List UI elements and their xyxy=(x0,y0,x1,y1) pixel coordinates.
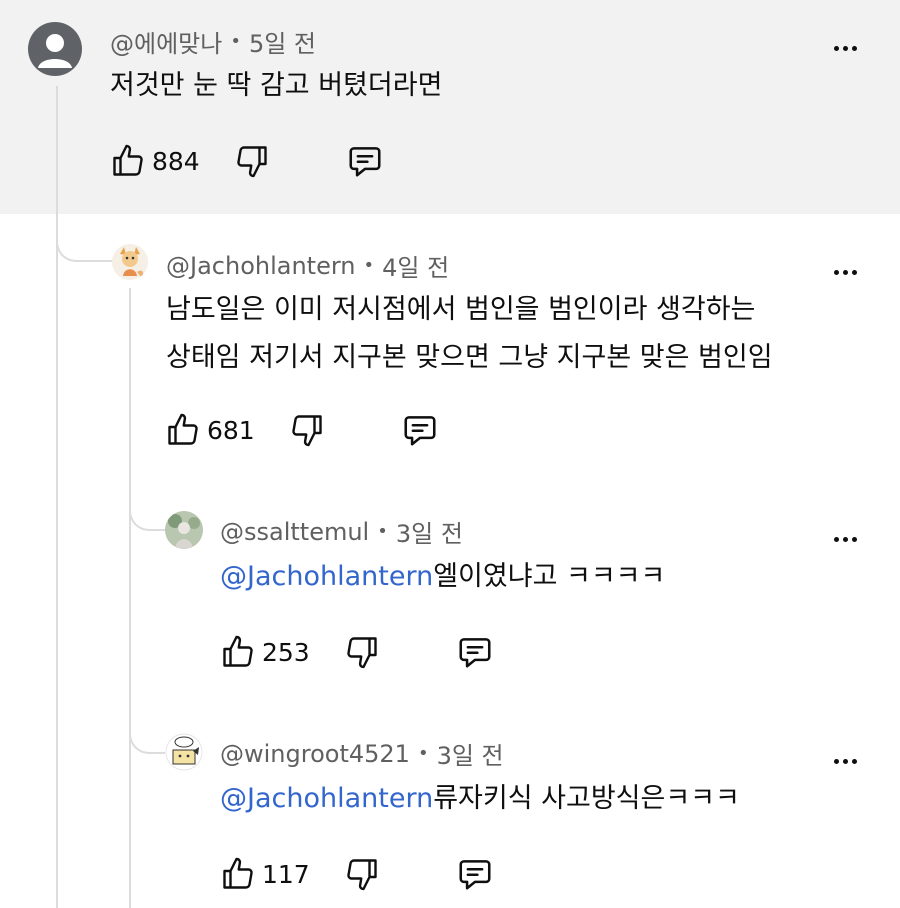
thread-line-reply xyxy=(129,288,131,908)
thumbs-down-icon xyxy=(344,634,380,670)
reply-icon xyxy=(401,411,439,449)
comment-meta: @ssalttemul • 3일 전 xyxy=(220,514,463,549)
like-count: 884 xyxy=(152,146,200,176)
thumbs-up-icon xyxy=(110,143,146,179)
comment-actions: 117 xyxy=(220,855,494,893)
more-vertical-icon[interactable] xyxy=(830,746,860,776)
like-button[interactable]: 681 xyxy=(165,412,255,448)
dislike-button[interactable] xyxy=(234,143,270,179)
separator: • xyxy=(230,31,241,52)
thumbs-down-icon xyxy=(344,856,380,892)
comment-actions: 681 xyxy=(165,411,439,449)
thumbs-down-icon xyxy=(234,143,270,179)
thumbs-up-icon xyxy=(165,412,201,448)
like-button[interactable]: 253 xyxy=(220,634,310,670)
thread-connector xyxy=(129,715,165,754)
comment-text-line: 상태임 저기서 지구본 맞으면 그냥 지구본 맞은 범인임 xyxy=(166,342,773,373)
avatar[interactable] xyxy=(165,733,203,771)
comment-meta: @에에맞나 • 5일 전 xyxy=(110,24,316,59)
thumbs-up-icon xyxy=(220,856,256,892)
avatar[interactable] xyxy=(112,244,148,280)
comment-meta: @Jachohlantern • 4일 전 xyxy=(166,248,449,283)
like-count: 117 xyxy=(262,859,310,889)
mention-link[interactable]: @Jachohlantern xyxy=(220,783,433,814)
comment-meta: @wingroot4521 • 3일 전 xyxy=(220,736,504,771)
thumbs-down-icon xyxy=(289,412,325,448)
thread-connector xyxy=(129,495,165,531)
thread-connector xyxy=(56,214,114,262)
comment-actions: 253 xyxy=(220,633,494,671)
more-vertical-icon[interactable] xyxy=(830,33,860,63)
reply-button[interactable] xyxy=(346,142,384,180)
comment-text-content: 류자키식 사고방식은ㅋㅋㅋ xyxy=(433,783,740,814)
author-name[interactable]: @Jachohlantern xyxy=(166,252,356,280)
comment-text: 남도일은 이미 저시점에서 범인을 범인이라 생각하는 상태임 저기서 지구본 … xyxy=(166,286,773,382)
timestamp[interactable]: 3일 전 xyxy=(437,736,504,771)
timestamp[interactable]: 4일 전 xyxy=(382,248,449,283)
dislike-button[interactable] xyxy=(344,856,380,892)
mention-link[interactable]: @Jachohlantern xyxy=(220,561,433,592)
timestamp[interactable]: 5일 전 xyxy=(249,24,316,59)
timestamp[interactable]: 3일 전 xyxy=(396,514,463,549)
separator: • xyxy=(363,255,375,276)
separator: • xyxy=(417,743,429,764)
reply-icon xyxy=(456,855,494,893)
reply-button[interactable] xyxy=(401,411,439,449)
reply-button[interactable] xyxy=(456,633,494,671)
like-button[interactable]: 884 xyxy=(110,143,200,179)
avatar[interactable] xyxy=(165,511,203,549)
comment-text: @Jachohlantern엘이였냐고 ㅋㅋㅋㅋ xyxy=(220,553,665,601)
dislike-button[interactable] xyxy=(289,412,325,448)
thumbs-up-icon xyxy=(220,634,256,670)
separator: • xyxy=(377,521,388,542)
author-name[interactable]: @에에맞나 xyxy=(110,24,222,59)
comment-text: @Jachohlantern류자키식 사고방식은ㅋㅋㅋ xyxy=(220,775,740,823)
author-name[interactable]: @ssalttemul xyxy=(220,518,369,546)
author-name[interactable]: @wingroot4521 xyxy=(220,740,410,768)
dislike-button[interactable] xyxy=(344,634,380,670)
like-count: 253 xyxy=(262,637,310,667)
like-count: 681 xyxy=(207,415,255,445)
reply-button[interactable] xyxy=(456,855,494,893)
comment-text-content: 엘이였냐고 ㅋㅋㅋㅋ xyxy=(433,561,666,592)
like-button[interactable]: 117 xyxy=(220,856,310,892)
reply-icon xyxy=(456,633,494,671)
reply-icon xyxy=(346,142,384,180)
more-vertical-icon[interactable] xyxy=(830,524,860,554)
more-vertical-icon[interactable] xyxy=(830,257,860,287)
comment-text-line: 남도일은 이미 저시점에서 범인을 범인이라 생각하는 xyxy=(166,294,756,325)
comment-text: 저것만 눈 딱 감고 버텼더라면 xyxy=(110,70,443,101)
comment-actions: 884 xyxy=(110,142,384,180)
thread-line-main xyxy=(56,86,58,908)
avatar[interactable] xyxy=(28,22,82,76)
